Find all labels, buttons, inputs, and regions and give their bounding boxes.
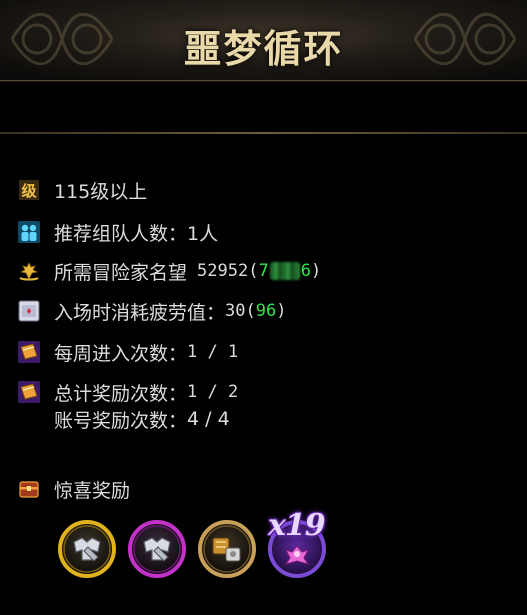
fatigue-separator: ： (206, 301, 226, 324)
level-requirement-row: 级 115级以上 (18, 176, 147, 204)
renown-label: 所需冒险家名望 (54, 261, 188, 284)
weekly-entries-separator: ： (168, 342, 188, 365)
gold-armor-icon (58, 520, 116, 578)
account-rewards-value: 4 / 4 (187, 408, 230, 430)
title-banner: 噩梦循环 (0, 0, 527, 81)
renown-current-suffix: 6 (300, 261, 311, 281)
party-size-separator: ： (168, 222, 188, 245)
fatigue-paren-close: ) (276, 301, 287, 321)
party-size-label: 推荐组队人数 (54, 222, 169, 245)
renown-paren-close: ) (310, 261, 322, 281)
reward-quantity-badge: x19 (268, 508, 326, 543)
renown-row: 所需冒险家名望 52952 ( 7 6 ) (18, 257, 321, 285)
renown-value: 52952 (197, 261, 249, 281)
weekly-entries-value: 1 / 1 (187, 342, 239, 362)
fatigue-cost-value: 30 (225, 301, 246, 321)
account-rewards-separator: ： (168, 409, 188, 432)
reward-item-purple-armor[interactable] (128, 520, 186, 578)
party-icon (18, 221, 40, 243)
ticket-icon (18, 341, 40, 363)
total-rewards-label: 总计奖励次数 (54, 382, 169, 405)
total-rewards-value: 1 / 2 (187, 382, 239, 402)
surprise-reward-header: 惊喜奖励 (18, 475, 130, 503)
fatigue-icon (18, 300, 40, 322)
reward-item-gold-armor[interactable] (58, 520, 116, 578)
fatigue-label: 入场时消耗疲劳值 (54, 301, 207, 324)
total-rewards-row: 总计奖励次数 ： 1 / 2 (18, 378, 238, 406)
fatigue-row: 入场时消耗疲劳值 ： 30 ( 96 ) (18, 297, 287, 325)
renown-paren-open: ( (248, 261, 259, 281)
account-rewards-label: 账号奖励次数 (54, 409, 169, 432)
renown-laurel-icon (19, 262, 39, 281)
header-divider (0, 132, 527, 134)
level-requirement-text: 115级以上 (54, 180, 148, 203)
party-size-row: 推荐组队人数 ： 1人 (18, 218, 218, 246)
dungeon-title: 噩梦循环 (183, 26, 344, 71)
treasure-chest-icon (19, 481, 39, 498)
svg-text:级: 级 (21, 182, 37, 200)
party-size-value: 1人 (187, 222, 219, 245)
fatigue-paren-open: ( (245, 301, 256, 321)
dungeon-info-panel: 噩梦循环 级 115级以上 推荐组队人数 ： 1人 所需冒险家名望 52952 … (0, 0, 527, 615)
weekly-entries-row: 每周进入次数 ： 1 / 1 (18, 338, 238, 366)
account-rewards-row: 账号奖励次数 ： 4 / 4 (54, 405, 230, 433)
renown-redacted-digits (269, 262, 300, 280)
weekly-entries-label: 每周进入次数 (54, 342, 169, 365)
surprise-reward-label: 惊喜奖励 (54, 479, 131, 502)
reward-item-material-box[interactable] (198, 520, 256, 578)
level-icon: 级 (19, 180, 39, 200)
total-rewards-separator: ： (168, 382, 188, 405)
purple-armor-icon (128, 520, 186, 578)
renown-current-prefix: 7 (258, 261, 269, 281)
fatigue-current-value: 96 (255, 301, 277, 321)
material-box-icon (198, 520, 256, 578)
reward-ticket-icon (18, 381, 40, 403)
